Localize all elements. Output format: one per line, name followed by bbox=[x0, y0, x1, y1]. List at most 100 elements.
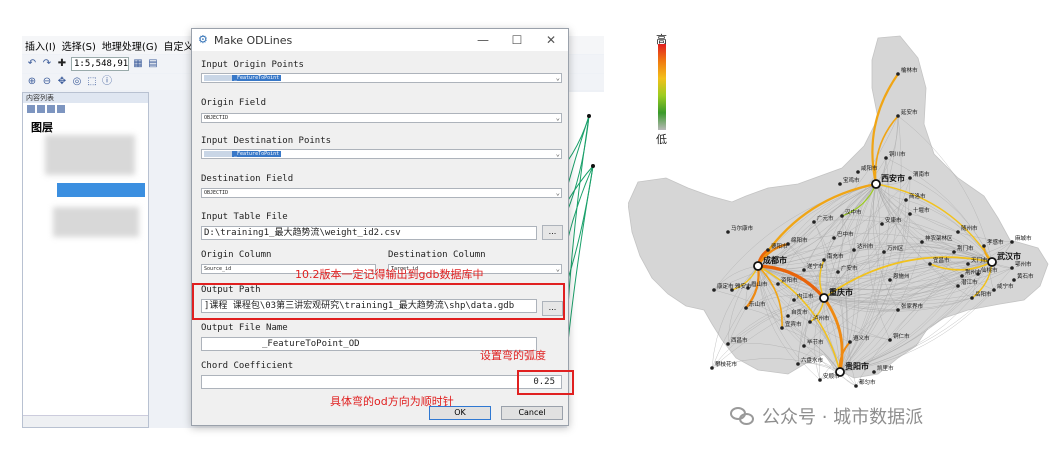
menu-insert[interactable]: 插入(I) bbox=[22, 38, 59, 53]
city-point bbox=[819, 293, 829, 303]
screenshot-root: 插入(I) 选择(S) 地理处理(G) 自定义(C ↶ ↷ ✚ 1:5,548,… bbox=[0, 0, 1059, 461]
input-destination-points-combo[interactable]: _FeatureToPoint ⌄ bbox=[201, 149, 562, 159]
redo-icon[interactable]: ↷ bbox=[41, 58, 53, 70]
toc-toolbar bbox=[23, 103, 148, 115]
gdb-note: 10.2版本一定记得输出到gdb数据库中 bbox=[295, 268, 484, 281]
redacted-block bbox=[204, 74, 232, 81]
minimize-button[interactable]: — bbox=[466, 33, 500, 47]
editor-icon[interactable]: ▦ bbox=[132, 58, 144, 70]
browse-table-button[interactable]: ... bbox=[542, 225, 563, 240]
city-label: 南充市 bbox=[827, 252, 844, 260]
city-label: 乐山市 bbox=[749, 300, 766, 308]
city-point bbox=[976, 272, 980, 276]
city-point bbox=[1010, 240, 1014, 244]
city-label: 鄂州市 bbox=[1015, 260, 1032, 268]
chord-coefficient-label: Chord Coefficient bbox=[201, 361, 294, 371]
city-point bbox=[966, 262, 970, 266]
city-label: 眉山市 bbox=[751, 280, 768, 288]
chevron-down-icon[interactable]: ⌄ bbox=[556, 150, 560, 158]
city-label: 西昌市 bbox=[731, 336, 748, 344]
city-label: 广元市 bbox=[817, 214, 834, 222]
city-label: 自贡市 bbox=[791, 308, 808, 316]
city-point bbox=[952, 250, 956, 254]
city-label: 德阳市 bbox=[771, 242, 788, 250]
select-icon[interactable]: ⬚ bbox=[86, 76, 98, 88]
city-label: 恩施州 bbox=[893, 272, 910, 280]
list-by-source-icon[interactable] bbox=[37, 105, 45, 113]
toc-icon[interactable]: ▤ bbox=[147, 58, 159, 70]
watermark: 公众号 · 城市数据派 bbox=[730, 403, 923, 429]
input-destination-points-label: Input Destination Points bbox=[201, 136, 332, 146]
direction-note: 具体弯的od方向为顺时针 bbox=[330, 395, 454, 408]
city-label: 汉中市 bbox=[845, 208, 862, 216]
city-point bbox=[726, 230, 730, 234]
chevron-down-icon[interactable]: ⌄ bbox=[556, 265, 560, 273]
zoom-in-icon[interactable]: ⊕ bbox=[26, 76, 38, 88]
watermark-text: 公众号 · 城市数据派 bbox=[762, 407, 924, 428]
city-label: 万州区 bbox=[887, 245, 904, 252]
city-label: 宜宾市 bbox=[785, 320, 802, 328]
city-label: 攀枝花市 bbox=[715, 360, 738, 368]
city-label: 泸州市 bbox=[813, 314, 830, 322]
list-by-drawing-order-icon[interactable] bbox=[27, 105, 35, 113]
city-point bbox=[982, 244, 986, 248]
destination-field-combo[interactable]: OBJECTID ⌄ bbox=[201, 188, 562, 198]
city-label: 贵阳市 bbox=[845, 361, 869, 371]
layer-tree: 图层 bbox=[23, 115, 148, 415]
city-point bbox=[838, 182, 842, 186]
city-point bbox=[928, 262, 932, 266]
chevron-down-icon[interactable]: ⌄ bbox=[556, 114, 560, 122]
blurred-layer bbox=[53, 207, 139, 237]
input-destination-points-value: _FeatureToPoint bbox=[232, 151, 282, 157]
origin-field-value: OBJECTID bbox=[204, 115, 229, 121]
input-table-file-field[interactable]: D:\training1_最大趋势流\weight_id2.csv bbox=[201, 226, 537, 240]
list-by-visibility-icon[interactable] bbox=[47, 105, 55, 113]
destination-field-label: Destination Field bbox=[201, 174, 294, 184]
layers-root[interactable]: 图层 bbox=[31, 119, 53, 135]
city-point bbox=[872, 370, 876, 374]
full-extent-icon[interactable]: ◎ bbox=[71, 76, 83, 88]
city-label: 达州市 bbox=[857, 242, 874, 250]
output-path-highlight-box bbox=[192, 283, 565, 320]
city-point bbox=[896, 308, 900, 312]
city-label: 铜川市 bbox=[889, 150, 906, 158]
maximize-button[interactable]: ☐ bbox=[500, 33, 534, 47]
city-point bbox=[852, 248, 856, 252]
identify-icon[interactable]: ⓘ bbox=[101, 76, 113, 88]
input-origin-points-combo[interactable]: _FeatureToPoint ⌄ bbox=[201, 73, 562, 83]
add-data-icon[interactable]: ✚ bbox=[56, 58, 68, 70]
menu-geoprocessing[interactable]: 地理处理(G) bbox=[99, 38, 161, 53]
city-label: 遵义市 bbox=[853, 334, 870, 342]
city-label: 内江市 bbox=[797, 292, 814, 300]
tool-icon: ⚙ bbox=[198, 33, 208, 46]
close-button[interactable]: ✕ bbox=[534, 33, 568, 47]
toc-scrollbar[interactable] bbox=[23, 415, 148, 427]
origin-field-combo[interactable]: OBJECTID ⌄ bbox=[201, 113, 562, 123]
city-point bbox=[908, 212, 912, 216]
chevron-down-icon[interactable]: ⌄ bbox=[556, 74, 560, 82]
toc-title: 内容列表 bbox=[23, 93, 148, 103]
dialog-title: Make ODLines bbox=[214, 33, 293, 47]
zoom-out-icon[interactable]: ⊖ bbox=[41, 76, 53, 88]
city-label: 张家界市 bbox=[901, 302, 924, 310]
city-label: 毕节市 bbox=[807, 338, 824, 346]
chevron-down-icon[interactable]: ⌄ bbox=[556, 189, 560, 197]
pan-icon[interactable]: ✥ bbox=[56, 76, 68, 88]
city-point bbox=[744, 306, 748, 310]
list-by-selection-icon[interactable] bbox=[57, 105, 65, 113]
city-label: 荆门市 bbox=[957, 244, 974, 252]
city-point bbox=[896, 114, 900, 118]
city-label: 十堰市 bbox=[913, 206, 930, 214]
city-point bbox=[888, 338, 892, 342]
city-point bbox=[822, 258, 826, 262]
map-scale-input[interactable]: 1:5,548,91 bbox=[71, 57, 129, 71]
selected-layer-highlight[interactable] bbox=[57, 183, 145, 197]
city-label: 广安市 bbox=[841, 264, 858, 272]
chord-coefficient-field[interactable]: 0.25 bbox=[201, 375, 562, 389]
city-point bbox=[802, 268, 806, 272]
city-label: 麻城市 bbox=[1015, 234, 1032, 242]
undo-icon[interactable]: ↶ bbox=[26, 58, 38, 70]
city-label: 六盘水市 bbox=[801, 356, 824, 364]
cancel-button[interactable]: Cancel bbox=[501, 406, 563, 420]
menu-select[interactable]: 选择(S) bbox=[59, 38, 99, 53]
